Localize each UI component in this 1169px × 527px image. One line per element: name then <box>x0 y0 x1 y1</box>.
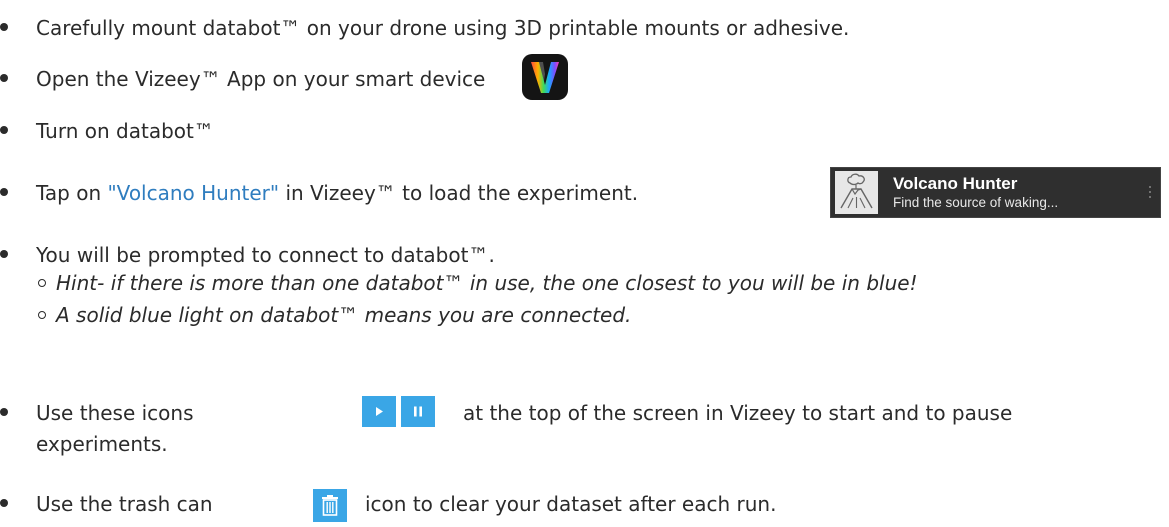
pause-button[interactable] <box>401 396 435 427</box>
list-item-turn-on: Turn on databot™ <box>0 116 214 144</box>
sub-item-hint: Hint- if there is more than one databot™… <box>38 270 918 296</box>
prompted-text: You will be prompted to connect to datab… <box>36 242 495 267</box>
bullet-dot <box>0 408 8 416</box>
card-title: Volcano Hunter <box>893 174 1018 193</box>
turn-on-text: Turn on databot™ <box>36 118 214 143</box>
volcano-icon <box>835 171 878 214</box>
pause-icon <box>414 406 422 417</box>
icons-prefix: Use these icons <box>36 400 194 425</box>
sub-bullet-ring <box>38 279 46 287</box>
play-icon <box>376 407 383 416</box>
trash-button[interactable] <box>313 489 347 522</box>
tap-suffix: in Vizeey™ to load the experiment. <box>279 180 639 205</box>
volcano-hunter-card[interactable]: Volcano Hunter Find the source of waking… <box>830 167 1161 218</box>
icons-suffix-wrap: at the top of the screen in Vizeey to st… <box>463 398 1012 426</box>
play-button[interactable] <box>362 396 396 427</box>
bullet-dot <box>0 499 8 507</box>
list-item-tap: Tap on "Volcano Hunter" in Vizeey™ to lo… <box>0 178 638 206</box>
trash-icon <box>322 495 338 516</box>
tap-prefix: Tap on <box>36 180 108 205</box>
card-subtitle: Find the source of waking... <box>893 195 1059 210</box>
volcano-hunter-link[interactable]: "Volcano Hunter" <box>107 181 279 205</box>
trash-prefix: Use the trash can <box>36 491 213 516</box>
bullet-dot <box>0 23 8 31</box>
list-item-icons: Use these icons <box>0 398 194 426</box>
tap-text: Tap on "Volcano Hunter" in Vizeey™ to lo… <box>36 180 638 206</box>
instruction-list: Carefully mount databot™ on your drone u… <box>0 0 1169 527</box>
trash-suffix: icon to clear your dataset after each ru… <box>365 491 777 516</box>
trash-suffix-wrap: icon to clear your dataset after each ru… <box>365 489 776 517</box>
sub-bullet-ring <box>38 311 46 319</box>
icons-line2-wrap: experiments. <box>36 429 168 457</box>
list-item-prompted: You will be prompted to connect to datab… <box>0 240 495 268</box>
sub-item-solid-blue: A solid blue light on databot™ means you… <box>38 302 632 328</box>
icons-line2: experiments. <box>36 431 168 456</box>
bullet-dot <box>0 74 8 82</box>
list-item-mount: Carefully mount databot™ on your drone u… <box>0 13 850 41</box>
mount-text: Carefully mount databot™ on your drone u… <box>36 15 850 40</box>
list-item-trash: Use the trash can <box>0 489 213 517</box>
list-item-open-app: Open the Vizeey™ App on your smart devic… <box>0 64 486 92</box>
vizeey-app-icon <box>522 54 568 100</box>
bullet-dot <box>0 250 8 258</box>
open-app-text: Open the Vizeey™ App on your smart devic… <box>36 66 486 91</box>
icons-suffix: at the top of the screen in Vizeey to st… <box>463 400 1013 425</box>
bullet-dot <box>0 126 8 134</box>
hint-text: Hint- if there is more than one databot™… <box>56 271 918 295</box>
more-vertical-icon[interactable] <box>1149 186 1152 200</box>
bullet-dot <box>0 188 8 196</box>
solid-blue-text: A solid blue light on databot™ means you… <box>56 303 632 327</box>
